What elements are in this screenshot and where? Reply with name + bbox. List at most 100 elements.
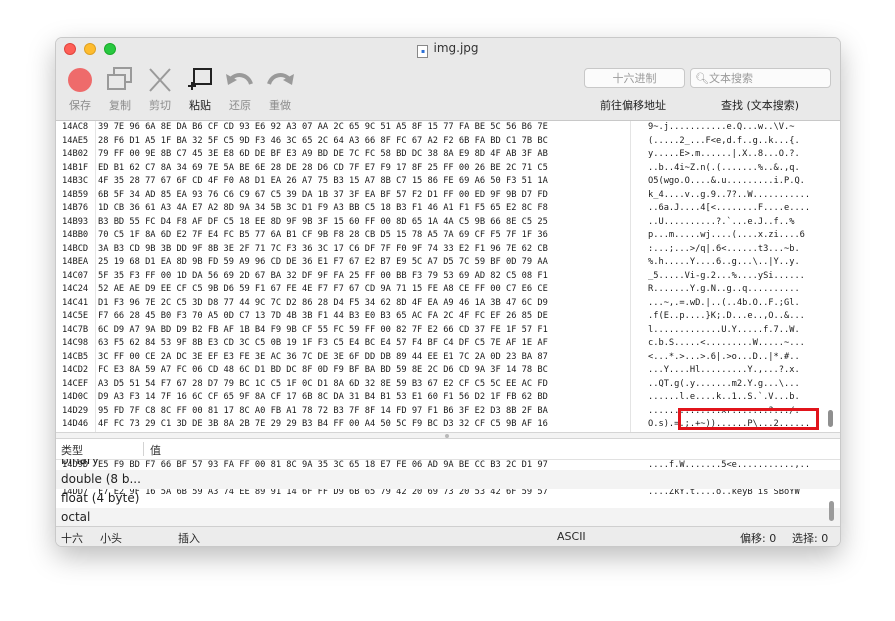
ascii-text: ...~,.=.wD.|..(..4b.O..F.;Gl. <box>648 297 800 308</box>
hex-offset: 14B76 <box>62 203 89 213</box>
ascii-text: R.......Y.g.N..g..q.......... <box>648 284 800 294</box>
hex-bytes: 28 F6 D1 A5 1F BA 32 5F C5 9D F3 46 3C 6… <box>98 135 548 146</box>
search-icon: 🔍︎ <box>695 72 709 85</box>
hex-row[interactable]: 14B02 79 FF 00 9E 8B C7 45 3E E8 6D DE BF… <box>62 148 810 162</box>
offset-input[interactable]: 十六进制 <box>584 68 685 88</box>
hex-row[interactable]: 14BB0 70 C5 1F 8A 6D E2 7F E4 FC B5 77 6A… <box>62 229 810 243</box>
hex-offset: 14CB5 <box>62 351 89 362</box>
hex-row[interactable]: 14B93 B3 BD 55 FC D4 F8 AF DF C5 18 EE 8D… <box>62 216 810 230</box>
hex-bytes: D9 A3 F3 14 7F 16 6C CF 65 9F 8A CF 17 6… <box>98 392 548 402</box>
row-type: binary <box>61 459 99 467</box>
inspector-table: binary double (8 b... float (4 byte) oct… <box>56 459 840 526</box>
table-row[interactable]: octal <box>56 508 840 526</box>
ascii-text: k_4....v..g.9..7?..W........... <box>648 189 811 200</box>
hex-row[interactable]: 14D0C D9 A3 F3 14 7F 16 6C CF 65 9F 8A CF… <box>62 391 810 405</box>
hex-row[interactable]: 14C98 63 F5 62 84 53 9F 8B E3 CD 3C C5 0B… <box>62 337 810 351</box>
hex-offset: 14C07 <box>62 270 89 281</box>
status-bar: 十六 小头 插入 ASCII 偏移: 0 选择: 0 <box>56 526 840 546</box>
hex-scrollbar[interactable] <box>828 410 833 427</box>
hex-row[interactable]: 14CD2 FC E3 8A 59 A7 FC 06 CD 48 6C D1 BD… <box>62 364 810 378</box>
ascii-text: %.h.....Y....6..g...\..|Y..y. <box>648 257 800 267</box>
save-icon <box>68 68 92 92</box>
search-input[interactable]: 🔍︎文本搜索 <box>690 68 831 88</box>
hex-offset: 14B1F <box>62 162 89 173</box>
ascii-text: (.....2_...F<e,d.f..g..k...{. <box>648 135 800 146</box>
hex-row[interactable]: 14B1F ED B1 62 C7 8A 34 69 7E 5A BE 6E 28… <box>62 162 810 176</box>
title-bar: ▪ img.jpg 保存 复制 剪切 粘贴 还原 重做 十六进制 🔍︎文本搜索 … <box>56 38 840 121</box>
hex-view[interactable]: 14AC8 39 7E 96 6A 8E DA B6 CF CD 93 E6 92… <box>56 121 840 497</box>
inspector-header: 类型 值 <box>56 439 840 460</box>
hex-row[interactable]: 14AC8 39 7E 96 6A 8E DA B6 CF CD 93 E6 92… <box>62 121 810 135</box>
redo-label: 重做 <box>269 99 291 112</box>
hex-bytes: 5F 35 F3 FF 00 1D DA 56 69 2D 67 BA 32 D… <box>98 270 548 281</box>
hex-row[interactable]: 14B76 1D CB 36 61 A3 4A E7 A2 8D 9A 34 5B… <box>62 202 810 216</box>
hex-row[interactable]: 14AE5 28 F6 D1 A5 1F BA 32 5F C5 9D F3 46… <box>62 135 810 149</box>
hex-offset: 14C5E <box>62 311 89 321</box>
window-title: ▪ img.jpg <box>56 41 840 58</box>
hex-row[interactable]: 14C7B 6C D9 A7 9A BD D9 B2 FB AF 1B B4 F9… <box>62 324 810 338</box>
paste-icon <box>188 68 212 90</box>
window-title-text: img.jpg <box>433 41 479 55</box>
hex-row[interactable]: 14C07 5F 35 F3 FF 00 1D DA 56 69 2D 67 BA… <box>62 270 810 284</box>
insert-status[interactable]: 插入 <box>178 530 200 546</box>
hex-bytes: 3C FF 00 CE 2A DC 3E EF E3 FE 3E AC 36 7… <box>98 351 548 362</box>
ascii-text: <...*.>...>.6|.>o...D..|*.#.. <box>648 351 800 362</box>
hex-row[interactable]: 14B59 6B 5F 34 AD 85 EA 93 76 C6 C9 67 C5… <box>62 189 810 203</box>
hex-offset: 14BCD <box>62 243 89 254</box>
document-icon: ▪ <box>417 45 429 58</box>
encoding-status[interactable]: ASCII <box>557 530 586 543</box>
hex-row[interactable]: 14BEA 25 19 68 D1 EA 8D 9B FD 59 A9 96 CD… <box>62 256 810 270</box>
endian-status[interactable]: 小头 <box>100 530 122 546</box>
hex-bytes: F7 66 28 45 B0 F3 70 A5 0D C7 13 7D 4B 3… <box>98 311 548 321</box>
hex-offset: 14CEF <box>62 378 89 389</box>
hex-offset: 14C7B <box>62 324 89 335</box>
hex-editor-window: ▪ img.jpg 保存 复制 剪切 粘贴 还原 重做 十六进制 🔍︎文本搜索 … <box>56 38 840 546</box>
hex-offset: 14D0C <box>62 392 89 402</box>
hex-offset: 14D29 <box>62 405 89 416</box>
hex-bytes: 25 19 68 D1 EA 8D 9B FD 59 A9 96 CD DE 3… <box>98 257 548 267</box>
hex-offset: 14BEA <box>62 257 89 267</box>
ascii-text: .f(E..p....}K;.D...e..,O..&... <box>648 311 805 321</box>
hex-bytes: 6B 5F 34 AD 85 EA 93 76 C6 C9 67 C5 39 D… <box>98 189 548 200</box>
value-column-header[interactable]: 值 <box>150 442 161 458</box>
type-column-header[interactable]: 类型 <box>61 442 83 458</box>
hex-row[interactable]: 14CEF A3 D5 51 54 F7 67 28 D7 79 BC 1C C5… <box>62 378 810 392</box>
hex-row[interactable]: 14C5E F7 66 28 45 B0 F3 70 A5 0D C7 13 7D… <box>62 310 810 324</box>
hex-row[interactable]: 14C41 D1 F3 96 7E 2C C5 3D D8 77 44 9C 7C… <box>62 297 810 311</box>
hex-row[interactable]: 14C24 52 AE AE D9 EE CF C5 9B D6 59 F1 67… <box>62 283 810 297</box>
hex-offset: 14B02 <box>62 149 89 159</box>
hex-bytes: ED B1 62 C7 8A 34 69 7E 5A BE 6E 28 DE 2… <box>98 162 548 173</box>
hex-row[interactable]: 14BCD 3A B3 CD 9B 3B DD 9F 8B 3E 2F 71 7C… <box>62 243 810 257</box>
copy-icon <box>107 67 132 90</box>
hex-bytes: 1D CB 36 61 A3 4A E7 A2 8D 9A 34 5B 3C D… <box>98 203 548 213</box>
hex-row[interactable]: 14CB5 3C FF 00 CE 2A DC 3E EF E3 FE 3E AC… <box>62 351 810 365</box>
hex-bytes: 79 FF 00 9E 8B C7 45 3E E8 6D DE BF E3 A… <box>98 149 548 159</box>
redo-button[interactable]: 重做 <box>260 66 300 114</box>
hex-bytes: FC E3 8A 59 A7 FC 06 CD 48 6C D1 BD DC 8… <box>98 365 548 375</box>
table-row[interactable]: binary <box>56 459 840 470</box>
ascii-text: ..b..4i~Z.n(.(.......%..&.,q. <box>648 162 800 173</box>
ascii-text: :...;...>/q|.6<......t3...~b. <box>648 243 800 254</box>
hex-bytes: 52 AE AE D9 EE CF C5 9B D6 59 F1 67 FE 4… <box>98 284 548 294</box>
search-label: 查找 (文本搜索) <box>721 99 800 112</box>
pane-splitter[interactable] <box>56 432 840 439</box>
hex-row[interactable]: 14B3C 4F 35 28 77 67 6F CD 4F F0 A8 D1 EA… <box>62 175 810 189</box>
mode-status[interactable]: 十六 <box>61 530 83 546</box>
splitter-handle[interactable] <box>445 434 449 438</box>
table-row[interactable]: double (8 b... <box>56 470 840 489</box>
hex-offset: 14C41 <box>62 297 89 308</box>
column-divider <box>143 442 144 456</box>
hex-offset: 14AC8 <box>62 122 89 132</box>
table-row[interactable]: float (4 byte) <box>56 489 840 508</box>
ascii-text: ...Y....Hl.........Y.,...?.x. <box>648 365 800 375</box>
goto-offset-label: 前往偏移地址 <box>600 99 666 112</box>
inspector-scrollbar[interactable] <box>829 501 834 521</box>
ascii-text: ......l.e....k..1..S.`.V...b. <box>648 392 800 402</box>
ascii-text: y.....E>.m......|.X..8...O.?. <box>648 149 800 159</box>
ascii-text: ..U..........?.`...e.J..f..% <box>648 216 795 227</box>
hex-bytes: 39 7E 96 6A 8E DA B6 CF CD 93 E6 92 A3 0… <box>98 122 548 132</box>
hex-bytes: 95 FD 7F C8 8C FF 00 81 17 8C A0 FB A1 7… <box>98 405 548 416</box>
ascii-text: _5.....Vi-g.2...%....ySi...... <box>648 270 805 281</box>
hex-bytes: A3 D5 51 54 F7 67 28 D7 79 BC 1C C5 1F 0… <box>98 378 548 389</box>
hex-offset: 14B3C <box>62 176 89 186</box>
